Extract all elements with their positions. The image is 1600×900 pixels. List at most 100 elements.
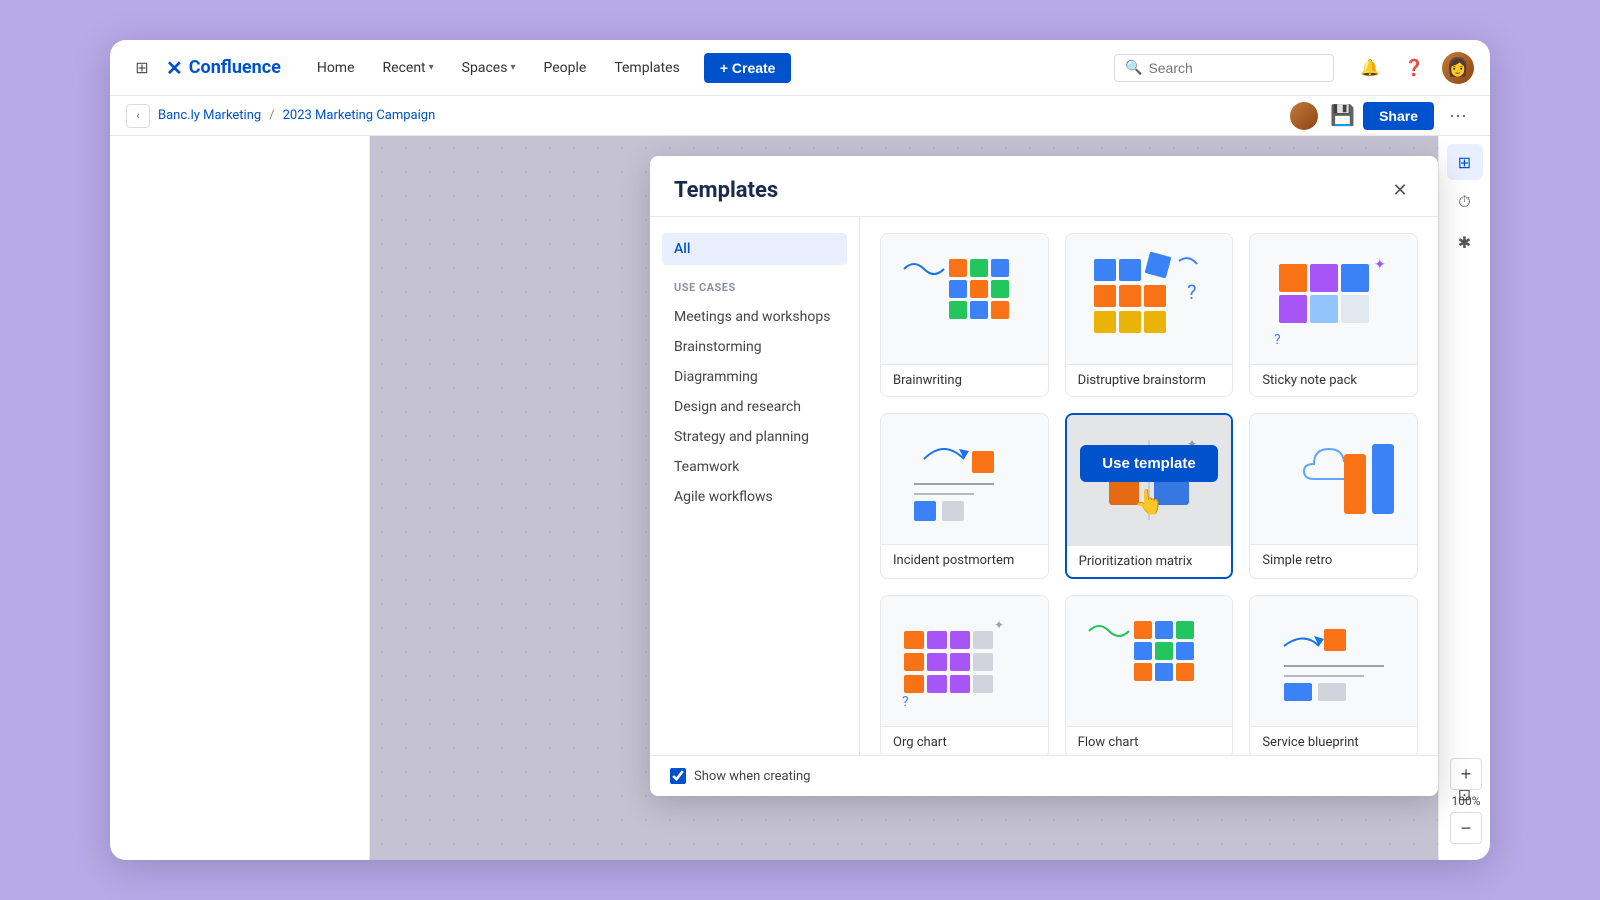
- top-nav: ⊞ ✕ Confluence Home Recent ▾ Spaces ▾ Pe…: [110, 40, 1490, 96]
- main-canvas: Templates ✕ All USE CASES Meetings and w…: [370, 136, 1438, 860]
- share-button[interactable]: Share: [1363, 102, 1434, 130]
- user-avatar[interactable]: 👩: [1442, 52, 1474, 84]
- breadcrumb-part1[interactable]: Banc.ly Marketing: [158, 108, 261, 123]
- timer-icon: ⏱: [1458, 192, 1470, 212]
- notifications-button[interactable]: 🔔: [1354, 52, 1386, 84]
- app-window: ⊞ ✕ Confluence Home Recent ▾ Spaces ▾ Pe…: [110, 40, 1490, 860]
- template-thumb-orgchart: ✦: [881, 596, 1048, 726]
- right-sidebar-cursor-icon[interactable]: ✱: [1447, 224, 1483, 260]
- template-label-prioritization: Prioritization matrix: [1067, 545, 1232, 577]
- grid-icon: ⊞: [135, 58, 148, 78]
- template-card-orgchart[interactable]: ✦: [880, 595, 1049, 755]
- nav-recent[interactable]: Recent ▾: [371, 54, 446, 82]
- template-thumb-postmortem: [881, 414, 1048, 544]
- sidebar-item-meetings[interactable]: Meetings and workshops: [662, 302, 847, 332]
- template-card-blueprint[interactable]: Service blueprint: [1249, 595, 1418, 755]
- template-card-retro[interactable]: Simple retro: [1249, 413, 1418, 579]
- template-thumb-blueprint: [1250, 596, 1417, 726]
- right-sidebar-timer-icon[interactable]: ⏱: [1447, 184, 1483, 220]
- nav-home[interactable]: Home: [305, 54, 367, 82]
- svg-text:?: ?: [1274, 332, 1281, 348]
- right-sidebar-table-icon[interactable]: ⊞: [1447, 144, 1483, 180]
- modal-header: Templates ✕: [650, 156, 1438, 217]
- sidebar-item-design[interactable]: Design and research: [662, 392, 847, 422]
- logo-text: Confluence: [189, 57, 281, 78]
- template-label-postmortem: Incident postmortem: [881, 544, 1048, 576]
- zoom-controls: + 100% −: [1450, 758, 1482, 844]
- sidebar-item-all[interactable]: All: [662, 233, 847, 265]
- use-template-overlay: Use template 👆: [1067, 415, 1232, 545]
- confluence-logo: ✕ Confluence: [166, 56, 281, 80]
- template-label-orgchart: Org chart: [881, 726, 1048, 755]
- template-thumb-retro: [1250, 414, 1417, 544]
- modal-sidebar: All USE CASES Meetings and workshops Bra…: [650, 217, 860, 755]
- nav-items: Home Recent ▾ Spaces ▾ People Templates …: [305, 53, 792, 83]
- zoom-in-button[interactable]: +: [1450, 758, 1482, 790]
- sidebar-item-strategy[interactable]: Strategy and planning: [662, 422, 847, 452]
- template-card-distruptive[interactable]: ? Distruptive brainstorm: [1065, 233, 1234, 397]
- breadcrumb-separator: /: [269, 108, 274, 123]
- templates-modal: Templates ✕ All USE CASES Meetings and w…: [650, 156, 1438, 796]
- template-label-blueprint: Service blueprint: [1250, 726, 1417, 755]
- help-button[interactable]: ❓: [1398, 52, 1430, 84]
- logo-icon: ✕: [166, 56, 183, 80]
- template-label-flowchart: Flow chart: [1066, 726, 1233, 755]
- show-when-creating-checkbox[interactable]: [670, 768, 686, 784]
- template-label-retro: Simple retro: [1250, 544, 1417, 576]
- template-thumb-distruptive: ?: [1066, 234, 1233, 364]
- nav-people[interactable]: People: [531, 54, 598, 82]
- sidebar-toggle[interactable]: ‹: [126, 104, 150, 128]
- breadcrumb-part2[interactable]: 2023 Marketing Campaign: [283, 108, 436, 123]
- left-sidebar: [110, 136, 370, 860]
- templates-grid: Brainwriting: [880, 233, 1418, 755]
- help-icon: ❓: [1404, 58, 1424, 78]
- cursor-magic-icon: ✱: [1458, 233, 1471, 252]
- template-card-flowchart[interactable]: Flow chart: [1065, 595, 1234, 755]
- cursor-icon: 👆: [1134, 488, 1164, 516]
- search-input[interactable]: [1148, 60, 1323, 76]
- template-card-postmortem[interactable]: Incident postmortem: [880, 413, 1049, 579]
- template-label-brainwriting: Brainwriting: [881, 364, 1048, 396]
- template-label-distruptive: Distruptive brainstorm: [1066, 364, 1233, 396]
- search-box[interactable]: 🔍: [1114, 54, 1334, 82]
- sidebar-item-diagramming[interactable]: Diagramming: [662, 362, 847, 392]
- sidebar-section-label: USE CASES: [662, 281, 847, 302]
- content-area: Templates ✕ All USE CASES Meetings and w…: [110, 136, 1490, 860]
- template-card-sticky[interactable]: ✦ ?: [1249, 233, 1418, 397]
- show-when-creating-label: Show when creating: [694, 769, 810, 784]
- more-options-button[interactable]: ···: [1442, 100, 1474, 132]
- grid-menu-button[interactable]: ⊞: [126, 52, 158, 84]
- modal-title: Templates: [674, 178, 778, 203]
- modal-content: Brainwriting: [860, 217, 1438, 755]
- breadcrumb-bar: ‹ Banc.ly Marketing / 2023 Marketing Cam…: [110, 96, 1490, 136]
- template-thumb-brainwriting: [881, 234, 1048, 364]
- sidebar-item-teamwork[interactable]: Teamwork: [662, 452, 847, 482]
- save-to-confluence-button[interactable]: 💾: [1330, 103, 1355, 128]
- create-button[interactable]: + Create: [704, 53, 792, 83]
- template-thumb-prioritization: ✦: [1067, 415, 1232, 545]
- template-card-prioritization[interactable]: ✦: [1065, 413, 1234, 579]
- chevron-down-icon: ▾: [429, 62, 434, 73]
- modal-close-button[interactable]: ✕: [1386, 176, 1414, 204]
- modal-footer: Show when creating: [650, 755, 1438, 796]
- sidebar-item-brainstorming[interactable]: Brainstorming: [662, 332, 847, 362]
- right-sidebar: ⊞ ⏱ ✱ ⊡ ⊟ + 100% −: [1438, 136, 1490, 860]
- search-icon: 🔍: [1125, 60, 1142, 76]
- nav-templates[interactable]: Templates: [602, 54, 692, 82]
- template-label-sticky: Sticky note pack: [1250, 364, 1417, 396]
- nav-icons: 🔔 ❓ 👩: [1354, 52, 1474, 84]
- zoom-out-button[interactable]: −: [1450, 812, 1482, 844]
- svg-text:?: ?: [1187, 280, 1196, 304]
- nav-spaces[interactable]: Spaces ▾: [450, 54, 528, 82]
- sidebar-item-agile[interactable]: Agile workflows: [662, 482, 847, 512]
- table-icon: ⊞: [1458, 153, 1471, 172]
- zoom-level: 100%: [1451, 794, 1480, 808]
- modal-overlay: Templates ✕ All USE CASES Meetings and w…: [370, 136, 1438, 860]
- template-thumb-flowchart: [1066, 596, 1233, 726]
- svg-text:✦: ✦: [994, 618, 1004, 632]
- use-template-button[interactable]: Use template: [1080, 445, 1217, 482]
- svg-text:?: ?: [902, 694, 909, 710]
- template-card-brainwriting[interactable]: Brainwriting: [880, 233, 1049, 397]
- bell-icon: 🔔: [1360, 58, 1380, 78]
- template-thumb-sticky: ✦ ?: [1250, 234, 1417, 364]
